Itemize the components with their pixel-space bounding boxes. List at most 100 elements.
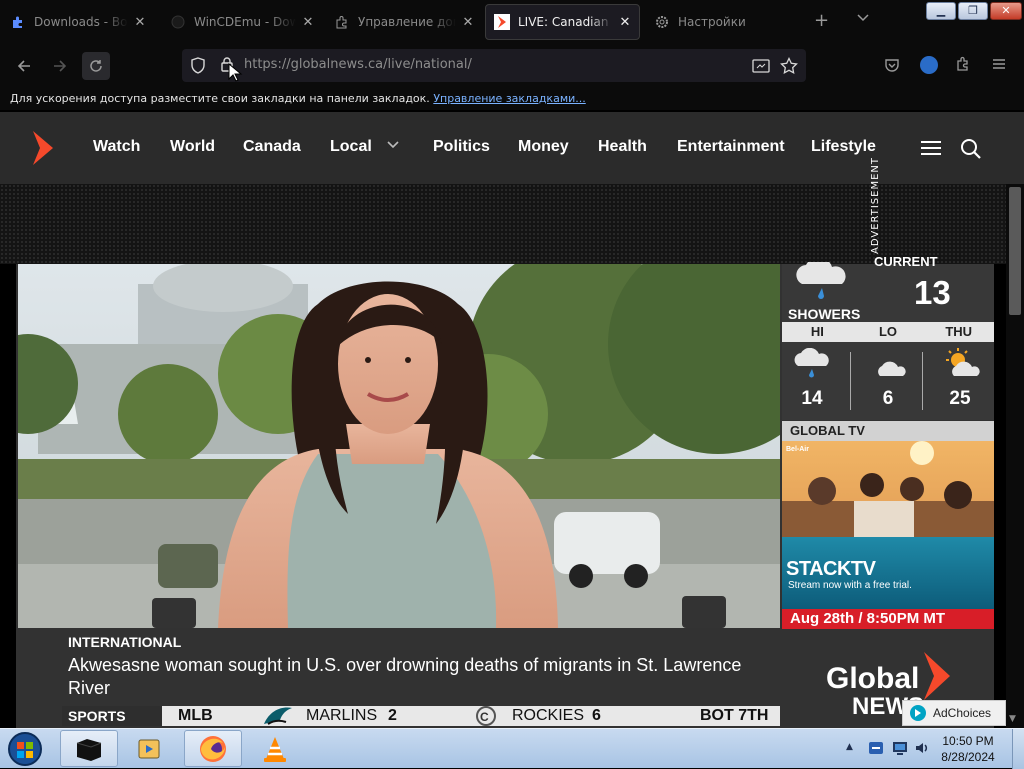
tab-title: Настройки: [678, 15, 746, 29]
nav-canada[interactable]: Canada: [243, 138, 301, 156]
forecast-divider: [850, 352, 851, 410]
close-tab-icon[interactable]: ✕: [619, 15, 631, 30]
tab-wincdemu[interactable]: WinCDEmu - Down ✕: [162, 4, 322, 40]
hamburger-menu-icon[interactable]: [992, 57, 1006, 71]
promo-airdate: Aug 28th / 8:50PM MT: [782, 609, 994, 629]
taskbar-vlc[interactable]: [246, 730, 304, 767]
advertisement-label: ADVERTISEMENT: [870, 156, 881, 254]
svg-text:C: C: [480, 710, 489, 724]
reload-button[interactable]: [82, 52, 110, 80]
reload-icon: [90, 60, 102, 72]
list-all-tabs-chevron-icon[interactable]: [856, 12, 870, 26]
bug-line-1: Global: [826, 662, 919, 695]
ticker-away-score: 2: [388, 707, 397, 724]
clock-date: 8/28/2024: [941, 750, 995, 764]
star-bookmark-icon[interactable]: [780, 57, 798, 75]
taskbar-firefox[interactable]: [184, 730, 242, 767]
forward-button[interactable]: [46, 52, 74, 80]
globalnews-favicon: [494, 14, 510, 30]
nav-politics[interactable]: Politics: [433, 138, 490, 156]
search-icon[interactable]: [960, 138, 982, 160]
back-button[interactable]: [10, 52, 38, 80]
app-box-icon: [76, 738, 102, 761]
nav-lifestyle[interactable]: Lifestyle: [811, 138, 876, 156]
story-headline: Akwesasne woman sought in U.S. over drow…: [68, 655, 742, 698]
close-tab-icon[interactable]: ✕: [302, 15, 314, 30]
news-anchor-video-image: [18, 264, 780, 628]
weather-condition: SHOWERS: [788, 306, 861, 322]
menu-icon[interactable]: [920, 140, 942, 156]
mouse-cursor-icon: [228, 63, 243, 82]
nav-entertainment[interactable]: Entertainment: [677, 138, 785, 156]
maximize-button[interactable]: ❐: [958, 2, 988, 20]
tab-title: WinCDEmu - Down: [194, 15, 296, 29]
ticker-league: MLB: [178, 707, 213, 724]
close-tab-icon[interactable]: ✕: [462, 15, 474, 30]
nav-world[interactable]: World: [170, 138, 215, 156]
weather-current-title: CURRENT: [874, 254, 938, 269]
show-desktop-button[interactable]: [1012, 729, 1024, 769]
forecast-divider: [922, 352, 923, 410]
volume-speaker-icon[interactable]: [914, 740, 930, 756]
close-tab-icon[interactable]: ✕: [134, 15, 146, 30]
forecast-lo-value: 6: [882, 388, 894, 409]
tab-settings[interactable]: Настройки: [646, 4, 806, 40]
ticker-section: SPORTS: [62, 706, 162, 726]
scroll-down-arrow-icon[interactable]: ▼: [1009, 714, 1016, 724]
gear-icon: [654, 14, 670, 30]
page-scrollbar[interactable]: ▼: [1006, 184, 1024, 728]
ticker-home-team: ROCKIES: [512, 707, 585, 724]
manage-bookmarks-link[interactable]: Управление закладками...: [433, 92, 585, 105]
bookmarks-hint-text: Для ускорения доступа разместите свои за…: [10, 92, 430, 105]
weather-current-temp: 13: [914, 274, 951, 311]
global-tv-bar: GLOBAL TV: [782, 421, 994, 441]
stacktv-promo[interactable]: Bel-Air STACKTV Stream now with a free t…: [782, 441, 994, 609]
extensions-puzzle-icon[interactable]: [956, 56, 972, 72]
tab-live-canadian-news[interactable]: LIVE: Canadian New ✕: [485, 4, 640, 40]
reader-view-icon[interactable]: [752, 58, 770, 74]
tab-addons[interactable]: Управление допо ✕: [326, 4, 482, 40]
advertisement-banner[interactable]: [0, 184, 1006, 264]
taskbar-media-player[interactable]: [120, 730, 178, 767]
scrollbar-thumb[interactable]: [1009, 187, 1021, 315]
taskbar-app-black-box[interactable]: [60, 730, 118, 767]
forecast-thu-value: 25: [949, 388, 971, 409]
close-window-button[interactable]: ✕: [990, 2, 1022, 20]
forecast-lo: 6: [858, 348, 918, 410]
tab-downloads[interactable]: Downloads - Bob P ✕: [2, 4, 154, 40]
nav-money[interactable]: Money: [518, 138, 569, 156]
new-tab-button[interactable]: +: [814, 12, 829, 30]
sun-cloud-icon: [946, 348, 980, 376]
tray-app-icon[interactable]: [868, 740, 884, 756]
network-monitor-icon[interactable]: [892, 740, 908, 756]
firefox-icon: [200, 735, 226, 762]
bel-air-promo-image: Bel-Air STACKTV Stream now with a free t…: [782, 441, 994, 609]
globe-icon: [170, 14, 186, 30]
address-bar[interactable]: https://globalnews.ca/live/national/: [182, 49, 806, 82]
globalnews-logo-icon[interactable]: [30, 129, 56, 167]
taskbar-clock[interactable]: 10:50 PM 8/28/2024: [930, 733, 1006, 765]
video-frame[interactable]: [18, 264, 780, 628]
show-hidden-icons-chevron-icon[interactable]: ▲: [846, 742, 853, 752]
pocket-icon[interactable]: [884, 57, 900, 73]
adchoices-icon: [910, 705, 926, 721]
story-category: INTERNATIONAL: [68, 634, 182, 650]
firefox-account-icon[interactable]: [918, 54, 940, 76]
nav-health[interactable]: Health: [598, 138, 647, 156]
chevron-down-icon[interactable]: [386, 140, 400, 150]
weather-widget: CURRENT SHOWERS 13 HI LO THU 14 6 25: [782, 254, 994, 420]
adchoices-button[interactable]: AdChoices: [902, 700, 1006, 726]
tab-title: Downloads - Bob P: [34, 15, 128, 29]
live-video-player[interactable]: CURRENT SHOWERS 13 HI LO THU 14 6 25 GLO…: [16, 254, 994, 728]
windows-taskbar: ▲ 10:50 PM 8/28/2024: [0, 728, 1024, 769]
tab-title: LIVE: Canadian New: [518, 15, 613, 29]
rain-cloud-icon: [796, 262, 846, 299]
url-text[interactable]: https://globalnews.ca/live/national/: [244, 57, 472, 72]
start-button-windows-logo-icon[interactable]: [6, 731, 44, 767]
minimize-button[interactable]: ▁: [926, 2, 956, 20]
marlins-logo-icon: [264, 707, 292, 725]
forecast-header-hi: HI: [810, 324, 824, 339]
promo-brand: STACKTV: [786, 558, 877, 580]
nav-watch[interactable]: Watch: [93, 138, 140, 156]
nav-local[interactable]: Local: [330, 138, 372, 156]
